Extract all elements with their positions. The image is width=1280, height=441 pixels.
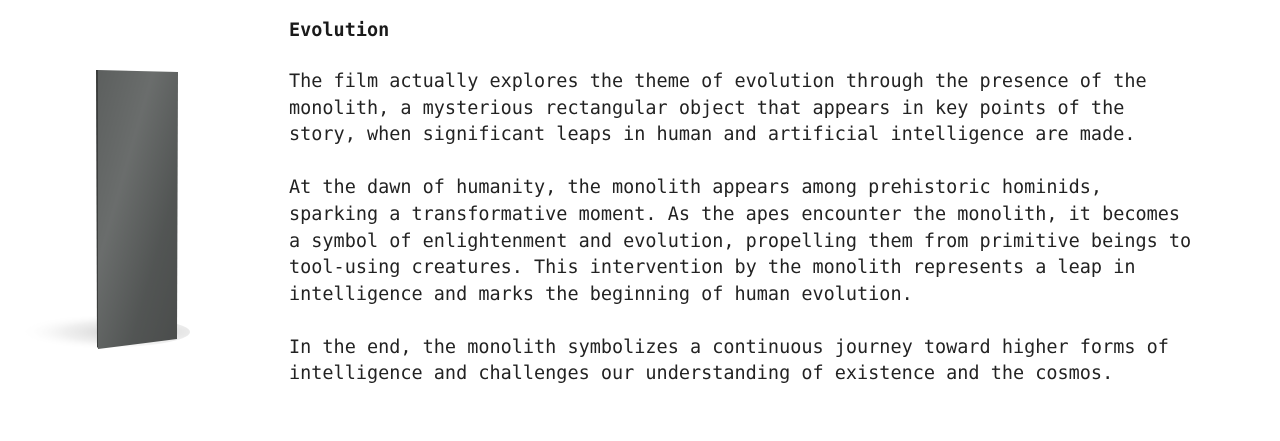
- article-title: Evolution: [289, 20, 390, 41]
- monolith-front-face: [98, 70, 178, 349]
- paragraph-line: In the end, the monolith symbolizes a co…: [289, 336, 1169, 358]
- article: Evolution The film actually explores the…: [289, 16, 1259, 414]
- paragraph-line: tool-using creatures. This intervention …: [289, 257, 1136, 279]
- paragraph-line: intelligence and challenges our understa…: [289, 363, 1114, 385]
- paragraph-line: The film actually explores the theme of …: [289, 71, 1147, 92]
- paragraph-intro: The film actually explores the theme of …: [289, 69, 1259, 149]
- paragraph-line: intelligence and marks the beginning of …: [289, 283, 913, 305]
- paragraph-line: At the dawn of humanity, the monolith ap…: [289, 177, 1103, 199]
- monolith-illustration: [0, 70, 190, 349]
- monolith-image: [0, 60, 240, 390]
- paragraph-dawn: At the dawn of humanity, the monolith ap…: [289, 175, 1259, 309]
- paragraph-end: In the end, the monolith symbolizes a co…: [289, 335, 1259, 388]
- paragraph-line: monolith, a mysterious rectangular objec…: [289, 97, 1125, 119]
- paragraph-line: story, when significant leaps in human a…: [289, 124, 1136, 146]
- paragraph-line: a symbol of enlightenment and evolution,…: [289, 230, 1192, 252]
- paragraph-line: sparking a transformative moment. As the…: [289, 203, 1181, 225]
